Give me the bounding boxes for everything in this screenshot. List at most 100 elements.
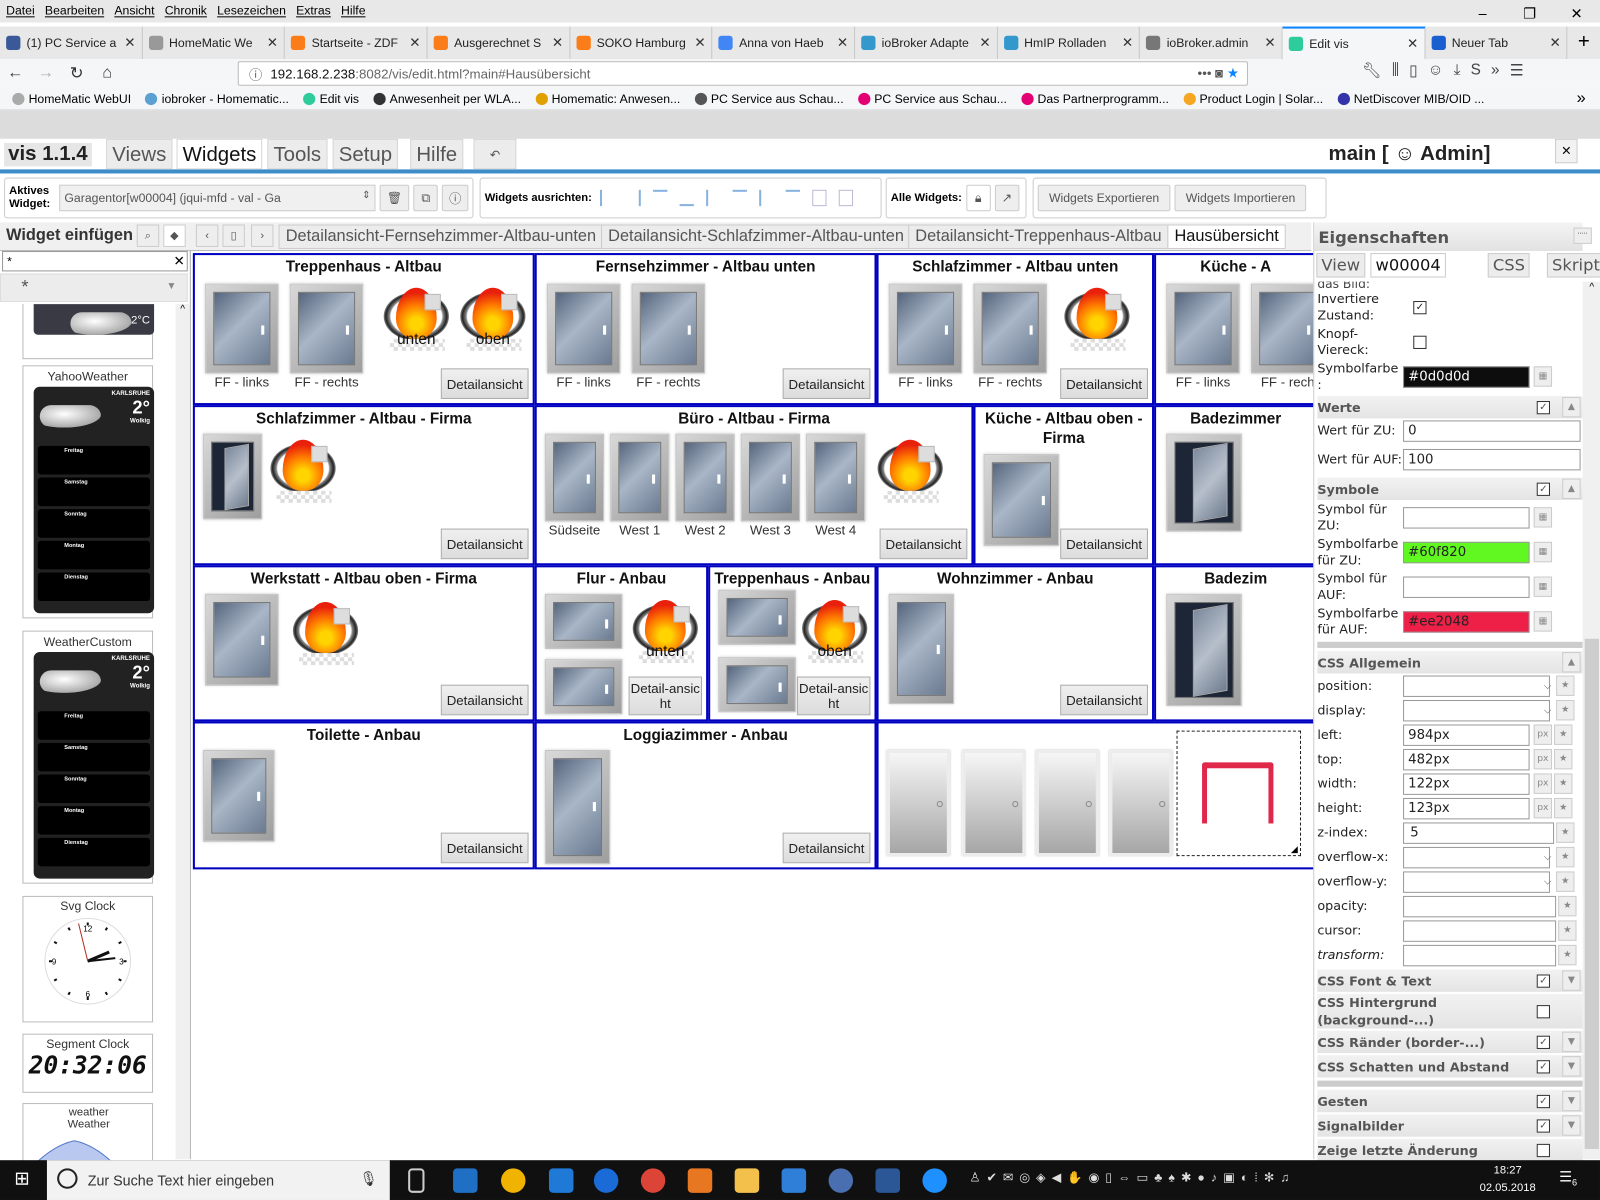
same-height-icon[interactable]: [838, 189, 854, 207]
icon-input[interactable]: [1403, 506, 1530, 529]
page-actions-icon[interactable]: ••• ◙ ★: [1198, 65, 1239, 81]
close-tab-icon[interactable]: ✕: [979, 35, 990, 51]
lock-icon[interactable]: 🔒︎: [965, 184, 991, 212]
window-sensor-icon[interactable]: [888, 283, 963, 374]
sidebar-icon[interactable]: ▯: [1409, 61, 1417, 79]
clipboard-icon[interactable]: ▯: [222, 224, 245, 247]
close-tab-icon[interactable]: ✕: [409, 35, 420, 51]
close-tab-icon[interactable]: ✕: [1549, 35, 1560, 51]
properties-scrollbar[interactable]: ^: [1582, 281, 1600, 1160]
properties-tab-w00004[interactable]: w00004: [1370, 253, 1446, 278]
detail-view-button[interactable]: Detailansicht: [440, 368, 529, 399]
group-checkbox[interactable]: [1536, 1143, 1550, 1157]
star-button[interactable]: ★: [1558, 944, 1577, 966]
group-checkbox[interactable]: ✓: [1536, 1118, 1550, 1133]
search-icon[interactable]: ⌕: [136, 224, 160, 247]
active-widget-select[interactable]: Garagentor[w00004] (jqui-mfd - val - Ga ⇕: [59, 184, 376, 212]
detail-view-button[interactable]: Detailansicht: [1060, 684, 1148, 716]
window-sensor-icon[interactable]: [973, 283, 1047, 374]
overflow-icon[interactable]: »: [1491, 61, 1500, 79]
undo-button[interactable]: ↶: [473, 138, 517, 170]
url-bar[interactable]: ⓘ 192.168.2.238:8082/vis/edit.html?main#…: [237, 61, 1248, 86]
align-center-h-icon[interactable]: [732, 189, 747, 206]
css-input[interactable]: [1403, 944, 1557, 966]
window-sensor-icon[interactable]: [1166, 283, 1240, 374]
window-sensor-icon[interactable]: [1166, 433, 1242, 532]
property-group-header[interactable]: Werte ✓ ▲: [1317, 395, 1583, 419]
window-sensor-icon[interactable]: [888, 593, 955, 705]
widget-card-weather-preview[interactable]: 2°C: [22, 304, 155, 360]
window-sensor-icon[interactable]: [718, 589, 796, 645]
group-checkbox[interactable]: [1536, 1004, 1550, 1018]
browser-tab[interactable]: Ausgerechnet S ✕: [428, 26, 571, 60]
forward-icon[interactable]: →: [31, 64, 62, 82]
color-picker-button[interactable]: ▦: [1533, 611, 1553, 632]
group-toggle-icon[interactable]: ▲: [1562, 396, 1581, 418]
css-input[interactable]: 122px: [1403, 772, 1530, 795]
help-icon[interactable]: [922, 1168, 947, 1193]
taskbar-clock[interactable]: 18:27 02.05.2018: [1480, 1162, 1536, 1197]
window-sensor-icon[interactable]: [544, 659, 623, 715]
window-sensor-icon[interactable]: [544, 433, 605, 522]
star-button[interactable]: ★: [1556, 871, 1575, 892]
group-checkbox[interactable]: ✓: [1536, 482, 1550, 496]
widget-card-weathercustom[interactable]: WeatherCustom KARLSRUHE 2° Wolkig Freita…: [22, 630, 155, 884]
scrollbar-thumb[interactable]: [1584, 638, 1599, 1149]
smoke-detector-icon[interactable]: [876, 438, 945, 504]
extension-icon[interactable]: ☺: [1428, 61, 1444, 79]
detail-view-button[interactable]: Detailansicht: [782, 368, 871, 399]
microphone-icon[interactable]: 🎙︎: [359, 1170, 377, 1187]
property-group-header[interactable]: CSS Font & Text ✓ ▼: [1317, 969, 1583, 992]
property-group-header[interactable]: Gesten ✓ ▼: [1317, 1089, 1583, 1113]
browser-tab[interactable]: ioBroker Adapte ✕: [855, 26, 998, 60]
vc-icon[interactable]: [781, 1168, 807, 1193]
bookmark-item[interactable]: Homematic: Anwesen...: [535, 91, 680, 106]
text-input[interactable]: 0: [1403, 419, 1581, 442]
smoke-detector-icon[interactable]: oben: [800, 598, 869, 664]
smoke-detector-icon[interactable]: [268, 438, 337, 504]
menu-item-chronik[interactable]: Chronik: [165, 3, 207, 19]
export-widgets-button[interactable]: Widgets Exportieren: [1037, 184, 1171, 212]
bookmark-item[interactable]: Das Partnerprogramm...: [1021, 91, 1169, 106]
property-group-header[interactable]: Signalbilder ✓ ▼: [1317, 1114, 1583, 1137]
word-icon[interactable]: [875, 1168, 900, 1193]
align-left-icon[interactable]: [600, 189, 614, 207]
copy-widget-button[interactable]: ⧉: [413, 184, 438, 212]
new-tab-button[interactable]: +: [1568, 27, 1600, 60]
css-input[interactable]: 984px: [1403, 723, 1530, 746]
resize-handle-icon[interactable]: ◢: [1291, 844, 1298, 855]
minimize-button[interactable]: –: [1459, 0, 1506, 27]
firefox-icon[interactable]: [593, 1168, 619, 1193]
group-checkbox[interactable]: ✓: [1536, 1035, 1550, 1049]
widget-card-weather[interactable]: weather Weather: [22, 1103, 154, 1165]
window-sensor-icon[interactable]: [610, 433, 670, 522]
vis-tab-tools[interactable]: Tools: [267, 138, 328, 170]
bookmark-item[interactable]: Anwesenheit per WLA...: [373, 91, 521, 106]
menu-item-extras[interactable]: Extras: [296, 3, 331, 19]
window-sensor-icon[interactable]: [675, 433, 735, 522]
icon-picker-button[interactable]: ▦: [1533, 507, 1553, 528]
close-tab-icon[interactable]: ✕: [1122, 35, 1133, 51]
star-button[interactable]: ★: [1556, 846, 1575, 868]
browser-tab[interactable]: (1) PC Service a ✕: [0, 26, 143, 60]
property-group-header[interactable]: CSS Hintergrund (background-...): [1317, 993, 1583, 1029]
property-group-header[interactable]: CSS Ränder (border-...) ✓ ▼: [1317, 1030, 1583, 1054]
same-width-icon[interactable]: [812, 189, 827, 207]
window-sensor-icon[interactable]: [289, 283, 364, 374]
smoke-detector-icon[interactable]: unten: [382, 286, 451, 352]
widget-card-svg-clock[interactable]: Svg Clock 12 3 6 9: [22, 895, 154, 1023]
window-sensor-icon[interactable]: [205, 593, 279, 686]
unit-button[interactable]: px: [1533, 724, 1553, 745]
vis-tab-setup[interactable]: Setup: [332, 138, 399, 170]
windows-start-icon[interactable]: ⊞: [14, 1168, 29, 1189]
group-checkbox[interactable]: ✓: [1536, 973, 1550, 988]
browser-tab[interactable]: Neuer Tab ✕: [1425, 26, 1568, 60]
close-tab-icon[interactable]: ✕: [837, 35, 848, 51]
align-top-icon[interactable]: [653, 189, 668, 206]
close-tab-icon[interactable]: ✕: [552, 35, 563, 51]
window-sensor-icon[interactable]: [718, 657, 796, 713]
close-tab-icon[interactable]: ✕: [694, 35, 705, 51]
browser-tab[interactable]: HmIP Rolladen ✕: [998, 26, 1141, 60]
bookmark-star-icon[interactable]: ★: [1227, 65, 1239, 80]
window-sensor-icon[interactable]: [205, 283, 279, 374]
